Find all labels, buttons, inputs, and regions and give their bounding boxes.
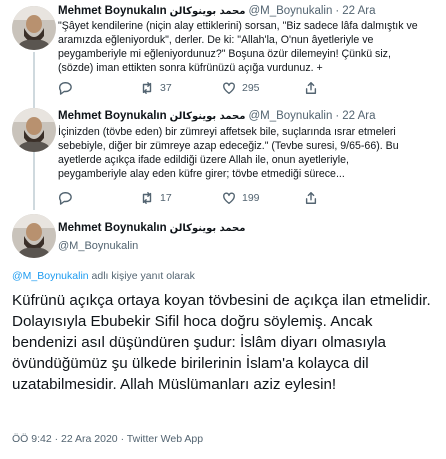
separator-dot: · — [335, 5, 340, 17]
author-handle[interactable]: @M_Boynukalin — [58, 240, 138, 252]
share-icon — [305, 192, 317, 204]
retweet-button[interactable]: 37 — [140, 81, 172, 95]
tweet-1[interactable]: Mehmet Boynukalın محمد بوينوكالن @M_Boynuk… — [0, 0, 446, 110]
share-icon — [305, 82, 317, 94]
like-count: 199 — [242, 192, 260, 204]
author-arabic-name[interactable]: محمد بوينوكالن — [170, 111, 246, 122]
retweet-icon — [142, 82, 152, 94]
reply-icon — [58, 82, 72, 95]
tweet-text: İçinizden (tövbe eden) bir zümreyi affet… — [58, 126, 399, 180]
reply-button[interactable] — [58, 81, 72, 95]
separator-dot: · — [335, 110, 340, 122]
author-name[interactable]: Mehmet Boynukalın — [58, 5, 167, 17]
retweet-count: 17 — [160, 192, 172, 204]
tweet-metadata[interactable]: ÖÖ 9:42 · 22 Ara 2020 · Twitter Web App — [12, 433, 203, 445]
avatar[interactable] — [12, 6, 56, 50]
reply-context-text: adlı kişiye yanıt olarak — [88, 270, 195, 282]
author-handle[interactable]: @M_Boynukalin — [248, 5, 332, 17]
avatar[interactable] — [12, 214, 56, 258]
tweet-time[interactable]: 22 Ara — [342, 110, 375, 122]
like-count: 295 — [242, 82, 260, 94]
main-tweet-text: Küfrünü açıkça ortaya koyan tövbesini de… — [12, 292, 431, 393]
heart-icon — [223, 82, 235, 94]
author-arabic-name[interactable]: محمد بوينوكالن — [170, 223, 246, 234]
share-button[interactable] — [304, 81, 318, 95]
like-button[interactable]: 295 — [222, 81, 260, 95]
author-name[interactable]: Mehmet Boynukalın — [58, 222, 167, 234]
avatar[interactable] — [12, 108, 56, 152]
like-button[interactable]: 199 — [222, 191, 260, 205]
tweet-actions: 37 295 — [58, 81, 398, 97]
tweet-actions: 17 199 — [58, 191, 398, 207]
author-arabic-name[interactable]: محمد بوينوكالن — [170, 6, 246, 17]
reply-context: @M_Boynukalin adlı kişiye yanıt olarak — [12, 270, 195, 282]
reply-to-handle-link[interactable]: @M_Boynukalin — [12, 270, 89, 282]
reply-icon — [58, 192, 72, 205]
tweet-time[interactable]: 22 Ara — [342, 5, 375, 17]
retweet-count: 37 — [160, 82, 172, 94]
heart-icon — [223, 192, 235, 204]
tweet-text: "Şâyet kendilerine (niçin alay ettikleri… — [58, 20, 418, 74]
reply-button[interactable] — [58, 191, 72, 205]
retweet-button[interactable]: 17 — [140, 191, 172, 205]
author-handle[interactable]: @M_Boynukalin — [248, 110, 332, 122]
retweet-icon — [142, 192, 152, 204]
author-name[interactable]: Mehmet Boynukalın — [58, 110, 167, 122]
share-button[interactable] — [304, 191, 318, 205]
tweet-2[interactable]: Mehmet Boynukalın محمد بوينوكالن @M_Boynuk… — [0, 108, 446, 208]
